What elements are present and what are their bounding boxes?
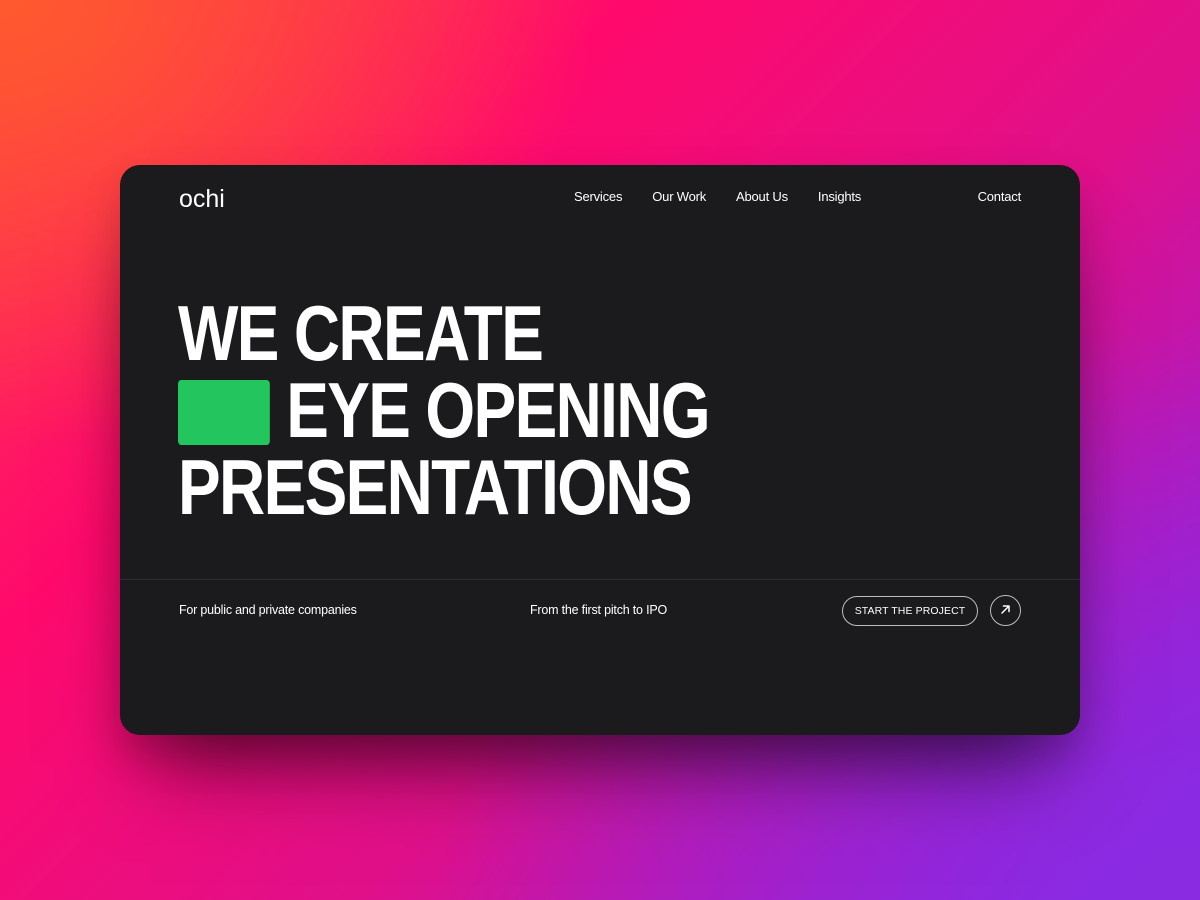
ochi-logo[interactable]: ochi	[179, 184, 225, 214]
main-nav: Services Our Work About Us Insights	[574, 189, 861, 205]
tagline-middle: From the first pitch to IPO	[530, 603, 668, 617]
section-divider	[120, 579, 1080, 580]
green-accent-block	[178, 380, 270, 445]
headline-text-2: EYE OPENING	[286, 366, 710, 454]
headline-text-1: WE CREATE	[178, 289, 544, 377]
headline-text-3: PRESENTATIONS	[178, 443, 693, 531]
start-project-button[interactable]: START THE PROJECT	[842, 596, 978, 626]
arrow-up-right-icon	[1000, 602, 1011, 620]
nav-item-insights[interactable]: Insights	[818, 189, 861, 205]
tagline-left: For public and private companies	[179, 603, 357, 617]
hero-headline: WE CREATE EYE OPENING PRESENTATIONS	[178, 289, 711, 531]
headline-line-3: PRESENTATIONS	[178, 443, 709, 531]
nav-item-services[interactable]: Services	[574, 189, 622, 205]
nav-item-about-us[interactable]: About Us	[736, 189, 788, 205]
hero-card: ochi Services Our Work About Us Insights…	[120, 165, 1080, 735]
headline-line-1: WE CREATE	[178, 289, 709, 377]
nav-item-contact[interactable]: Contact	[978, 189, 1022, 205]
start-project-arrow-button[interactable]	[990, 595, 1021, 626]
nav-item-our-work[interactable]: Our Work	[652, 189, 706, 205]
start-project-label: START THE PROJECT	[854, 605, 966, 617]
headline-line-2: EYE OPENING	[178, 366, 711, 454]
